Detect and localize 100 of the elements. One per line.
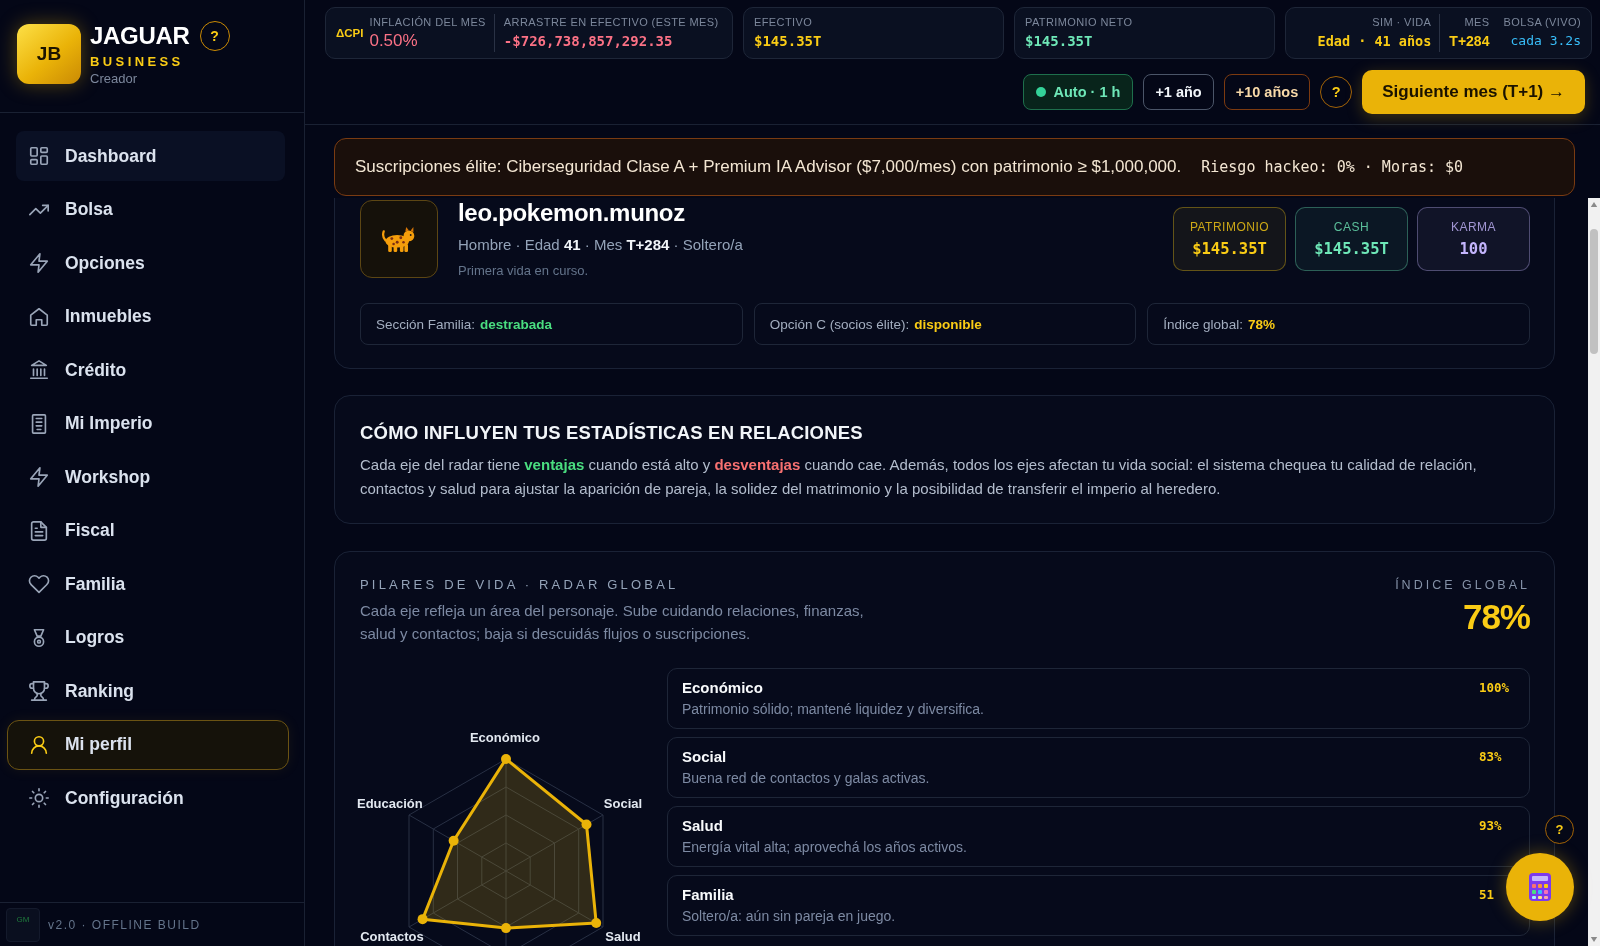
stat-label: INFLACIÓN DEL MES [369, 15, 486, 30]
axis-label: Educación [357, 796, 423, 811]
add-year-button[interactable]: +1 año [1143, 74, 1214, 110]
pillar-value: 83% [1479, 749, 1502, 764]
pillar-name: Económico [682, 678, 764, 698]
pillar-value: 100% [1479, 680, 1510, 695]
stat-value: T+284 [1449, 32, 1490, 51]
leopard-icon [381, 225, 417, 253]
section-title: PILARES DE VIDA · RADAR GLOBAL [360, 577, 680, 593]
avatar-badge: GM [6, 907, 40, 942]
stat-value: -$726,738,857,292.35 [503, 32, 674, 51]
cpi-label: ΔCPI [336, 26, 364, 40]
nav-item[interactable]: Ranking [7, 666, 289, 716]
stat-label: EFECTIVO [754, 15, 814, 30]
nav-item[interactable]: Crédito [7, 345, 289, 395]
nav-item[interactable]: Workshop [7, 452, 289, 502]
pillar-description: Patrimonio sólido; mantené liquidez y diversifica. [682, 700, 984, 719]
status-label: Opción C (socios élite): [769, 316, 910, 332]
pillar-value: 93% [1479, 818, 1502, 833]
axis-label: Salud [605, 929, 641, 944]
nav-item[interactable]: Inmuebles [7, 291, 289, 342]
stat-value: $145.35T [1314, 240, 1389, 258]
stat-label: PATRIMONIO NETO [1025, 15, 1133, 30]
pillar-name: Familia [682, 885, 735, 905]
stat-value: $145.35T [754, 32, 822, 51]
pillar-description: Buena red de contactos y galas activas. [682, 769, 930, 788]
section-description: Cada eje refleja un área del personaje. Sube cuidando relaciones, finanzas, salud y contactos; baja si descuidás flujos o suscripciones. [360, 601, 865, 644]
nav-item[interactable]: Mi Imperio [7, 398, 289, 449]
radar-point [448, 835, 459, 846]
stat-label: SIM · VIDA [1371, 15, 1432, 30]
nav-item[interactable]: Logros [7, 612, 289, 663]
document-icon [28, 519, 50, 542]
status-value: 78% [1247, 316, 1275, 332]
stat-value: Edad · 41 años [1317, 32, 1432, 51]
radar-point [417, 914, 428, 925]
scrollbar-thumb[interactable] [1590, 229, 1598, 354]
pillar-description: Soltero/a: aún sin pareja en juego. [682, 907, 896, 926]
role-label: Creador [90, 70, 138, 87]
nav-item[interactable]: Bolsa [7, 184, 289, 235]
status-label: Índice global: [1163, 316, 1243, 332]
lightning-icon [28, 466, 50, 488]
user-icon [28, 733, 50, 756]
auto-toggle[interactable]: Auto · 1 h [1022, 74, 1134, 110]
nav-item[interactable]: Familia [7, 559, 289, 609]
stat-value: $145.35T [1192, 240, 1267, 258]
next-month-button[interactable]: Siguiente mes (T+1) → [1362, 70, 1585, 114]
calculator-icon [1529, 873, 1551, 901]
nav-item[interactable]: Configuración [7, 773, 289, 823]
stat-label: BOLSA (VIVO) [1503, 15, 1581, 30]
logo-tile: JB [17, 24, 81, 84]
status-label: Sección Familia: [376, 316, 476, 332]
nav-item[interactable]: Opciones [7, 238, 289, 288]
sun-icon [28, 787, 50, 809]
stat-label: ARRASTRE EN EFECTIVO (ESTE MES) [503, 15, 719, 30]
stat-value: 100 [1459, 240, 1488, 258]
pillar-description: Energía vital alta; aprovechá los años activos. [682, 838, 967, 857]
brand-name: JAGUAR [90, 22, 190, 50]
section-heading: CÓMO INFLUYEN TUS ESTADÍSTICAS EN RELACIONES [360, 422, 864, 444]
axis-label: Social [603, 796, 643, 811]
heart-icon [28, 573, 50, 595]
profile-name: leo.pokemon.munoz [458, 199, 686, 227]
index-value: 78% [1462, 597, 1530, 637]
radar-point [591, 918, 602, 929]
version-label: v2.0 · OFFLINE BUILD [48, 917, 201, 932]
banner-status: Riesgo hackeo: 0% · Moras: $0 [1201, 158, 1464, 176]
radar-point [501, 754, 511, 764]
pillar-name: Salud [682, 816, 724, 836]
home-icon [28, 305, 50, 328]
bank-icon [28, 359, 50, 381]
section-paragraph: Cada eje del radar tiene ventajas cuando está alto y desventajas cuando cae. Además, todos los ejes afectan tu vida social: el sistema chequea tu calidad de relación, contactos y salud para ajustar la aparición de pareja, la solidez del matrimonio y la posibilidad de transferir el imperio al heredero. [360, 455, 1478, 499]
status-value: disponible [914, 316, 982, 332]
status-dot-icon [1035, 87, 1046, 97]
arrow-down-icon[interactable] [1590, 936, 1598, 943]
pillar-value: 51 [1479, 887, 1495, 902]
stat-label: PATRIMONIO [1189, 220, 1270, 234]
banner-message: Suscripciones élite: Ciberseguridad Clase A + Premium IA Advisor ($7,000/mes) con patrimonio ≥ $1,000,000. [355, 157, 1182, 177]
stat-value: $145.35T [1025, 32, 1094, 51]
nav-item[interactable]: Mi perfil [7, 719, 289, 770]
arrow-up-icon[interactable] [1590, 201, 1598, 208]
dashboard-icon [28, 145, 50, 167]
stat-label: MES [1463, 15, 1490, 30]
profile-note: Primera vida en curso. [458, 262, 590, 280]
radar-point [501, 923, 511, 934]
nav-item[interactable]: Fiscal [7, 505, 289, 556]
pillar-name: Social [682, 747, 728, 767]
trophy-icon [28, 680, 50, 702]
stat-value: 0.50% [369, 30, 419, 52]
stat-label: KARMA [1450, 220, 1497, 234]
radar-point [581, 819, 592, 830]
lightning-icon [28, 252, 50, 274]
profile-details: Hombre · Edad 41 · Mes T+284 · Soltero/a [458, 235, 743, 255]
axis-label: Económico [469, 730, 541, 745]
axis-label: Contactos [360, 929, 424, 944]
add-decade-button[interactable]: +10 años [1223, 74, 1311, 110]
nav-item[interactable]: Dashboard [16, 131, 285, 181]
brand-tagline: BUSINESS [90, 53, 185, 70]
status-value: destrabada [480, 316, 553, 332]
index-label: ÍNDICE GLOBAL [1395, 577, 1530, 593]
stat-value: cada 3.2s [1509, 32, 1581, 50]
stat-label: CASH [1333, 220, 1370, 234]
